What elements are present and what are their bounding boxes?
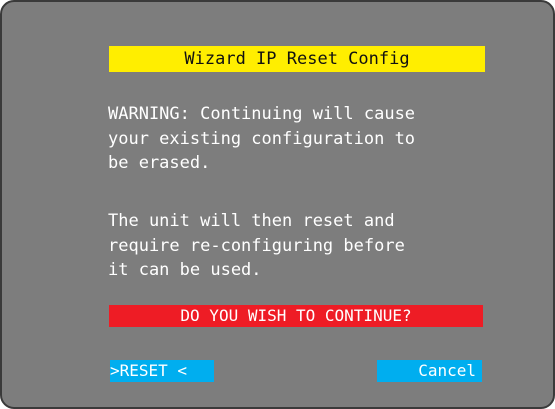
warning-line: WARNING: Continuing will cause [108, 104, 416, 124]
warning-line: your existing configuration to [108, 128, 416, 149]
info-line: require re-configuring before [108, 235, 405, 256]
continue-question: DO YOU WISH TO CONTINUE? [109, 305, 483, 327]
warning-line: be erased. [108, 153, 211, 173]
info-line: it can be used. [108, 260, 262, 280]
warning-message: WARNING: Continuing will cause your exis… [108, 102, 508, 176]
cancel-button[interactable]: Cancel [377, 360, 482, 382]
dialog-title: Wizard IP Reset Config [109, 46, 485, 72]
reset-config-dialog: Wizard IP Reset Config WARNING: Continui… [0, 0, 555, 409]
info-line: The unit will then reset and [108, 211, 395, 231]
reset-button[interactable]: >RESET < [110, 360, 214, 382]
info-message: The unit will then reset and require re-… [108, 209, 508, 283]
